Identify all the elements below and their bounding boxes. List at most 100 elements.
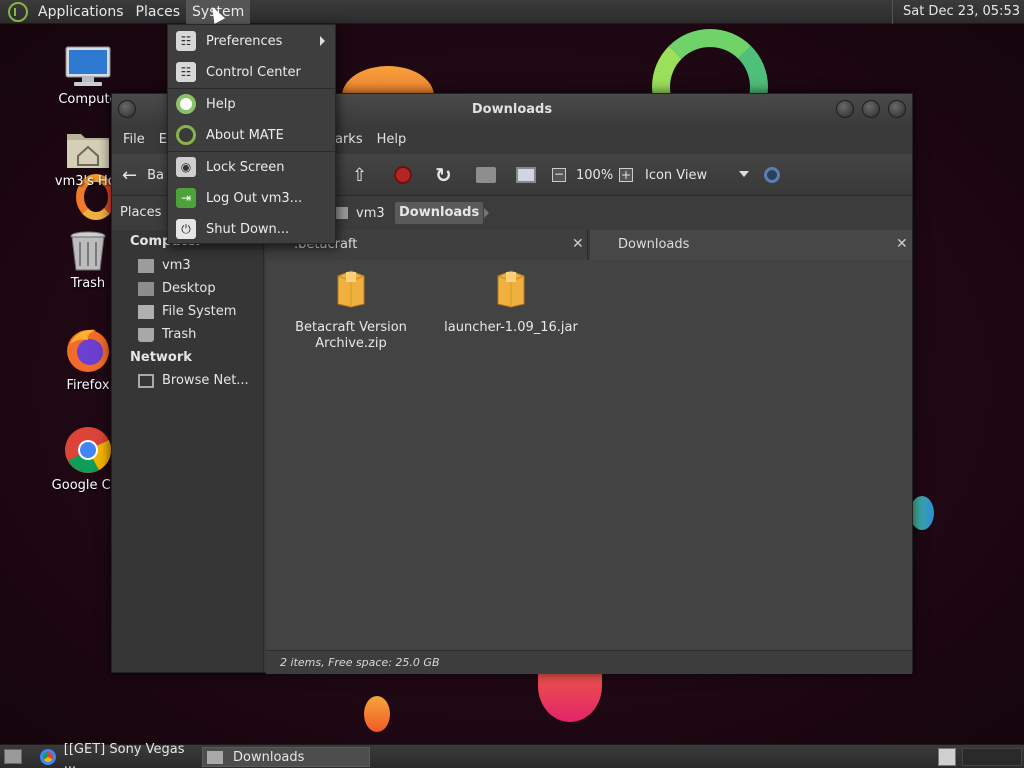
places-menu[interactable]: Places xyxy=(130,0,187,24)
file-view: .betacraft ✕ Downloads ✕ Betacraft Versi… xyxy=(266,230,912,672)
zip-archive-icon xyxy=(334,270,368,308)
menu-help[interactable]: Help xyxy=(370,132,414,147)
sidebar-item-label: Browse Net... xyxy=(162,373,249,388)
sidebar-item-label: Trash xyxy=(162,327,197,342)
search-button[interactable] xyxy=(764,163,780,187)
filesystem-icon xyxy=(138,304,154,319)
menu-item-help[interactable]: Help xyxy=(168,89,335,119)
view-mode-select[interactable]: Icon View xyxy=(645,163,749,187)
menu-item-about-mate[interactable]: About MATE xyxy=(168,120,335,150)
file-item[interactable]: launcher-1.09_16.jar xyxy=(436,270,586,336)
bottom-panel: [[GET] Sony Vegas ... Downloads xyxy=(0,742,1024,768)
applications-menu[interactable]: Applications xyxy=(32,0,130,24)
computer-icon xyxy=(516,167,536,183)
close-button[interactable] xyxy=(888,100,906,118)
sidebar-item-vm3[interactable]: vm3 xyxy=(138,258,191,273)
close-icon[interactable]: ✕ xyxy=(896,236,908,252)
back-button[interactable]: ← Ba xyxy=(122,163,164,187)
preferences-icon: ☷ xyxy=(176,31,196,51)
workspace-switcher-empty[interactable] xyxy=(962,748,1022,766)
path-button-current[interactable]: Downloads xyxy=(395,202,484,224)
computer-icon xyxy=(64,46,112,88)
file-name: launcher-1.09_16.jar xyxy=(444,320,578,335)
jar-archive-icon xyxy=(494,270,528,308)
zoom-in-icon: + xyxy=(619,168,633,182)
stop-button[interactable] xyxy=(394,163,412,187)
back-arrow-icon: ← xyxy=(122,164,138,186)
path-segment-label: vm3 xyxy=(356,205,385,221)
trash-icon xyxy=(138,327,154,342)
close-icon[interactable]: ✕ xyxy=(572,236,584,252)
decor-blob-blue xyxy=(910,496,934,530)
tab-bar: .betacraft ✕ Downloads ✕ xyxy=(266,230,912,260)
chevron-down-icon xyxy=(739,171,749,177)
mate-icon xyxy=(176,125,196,145)
workspace-switcher[interactable] xyxy=(938,748,956,766)
task-label: Downloads xyxy=(233,749,305,765)
trash-icon xyxy=(68,230,108,272)
sidebar-heading-network: Network xyxy=(130,350,192,365)
home-button[interactable] xyxy=(476,163,496,187)
reload-icon: ↻ xyxy=(435,163,452,187)
minimize-button[interactable] xyxy=(836,100,854,118)
submenu-arrow-icon xyxy=(320,36,325,46)
menu-item-lock-screen[interactable]: ◉ Lock Screen xyxy=(168,152,335,182)
menu-item-label: Preferences xyxy=(206,33,283,49)
zoom-out-button[interactable]: − xyxy=(552,163,566,187)
show-desktop-icon[interactable] xyxy=(4,749,22,764)
top-panel: Applications Places System Sat Dec 23, 0… xyxy=(0,0,1024,24)
chrome-icon xyxy=(40,749,56,765)
places-dropdown[interactable]: Places xyxy=(120,205,161,220)
mate-menu-icon[interactable] xyxy=(8,1,28,22)
taskbar-item-chrome[interactable]: [[GET] Sony Vegas ... xyxy=(36,742,198,768)
search-icon xyxy=(764,167,780,183)
sidebar-item-label: vm3 xyxy=(162,258,191,273)
up-button[interactable]: ⇧ xyxy=(352,163,367,187)
path-button-home[interactable]: vm3 xyxy=(334,202,385,224)
logout-icon: ⇥ xyxy=(176,188,196,208)
places-sidebar: Computer vm3 Desktop File System Trash N… xyxy=(112,230,264,672)
tab-label: Downloads xyxy=(618,237,690,252)
menu-item-preferences[interactable]: ☷ Preferences xyxy=(168,26,335,56)
menu-item-shut-down[interactable]: ⏻ Shut Down... xyxy=(168,214,335,244)
path-segment-label: Downloads xyxy=(399,205,480,220)
reload-button[interactable]: ↻ xyxy=(435,163,452,187)
zoom-in-button[interactable]: + xyxy=(619,163,633,187)
decor-blob-small-orange xyxy=(364,696,390,732)
menu-item-label: Shut Down... xyxy=(206,221,290,237)
sidebar-item-label: Desktop xyxy=(162,281,216,296)
lock-screen-icon: ◉ xyxy=(176,157,196,177)
sidebar-item-label: File System xyxy=(162,304,237,319)
firefox-icon xyxy=(64,326,112,374)
sidebar-item-trash[interactable]: Trash xyxy=(138,327,196,342)
taskbar-item-downloads[interactable]: Downloads xyxy=(202,747,370,767)
sidebar-item-desktop[interactable]: Desktop xyxy=(138,281,216,296)
menu-item-label: About MATE xyxy=(206,127,284,143)
file-item[interactable]: Betacraft Version Archive.zip xyxy=(276,270,426,352)
zoom-out-icon: − xyxy=(552,167,566,182)
zoom-level[interactable]: 100% xyxy=(576,163,613,187)
desktop-icon xyxy=(138,281,154,296)
sidebar-item-browse-network[interactable]: Browse Net... xyxy=(138,373,249,388)
folder-icon xyxy=(207,750,223,764)
home-folder-icon xyxy=(65,128,111,170)
home-icon xyxy=(138,258,154,273)
file-name: Betacraft Version Archive.zip xyxy=(295,320,407,351)
sidebar-item-file-system[interactable]: File System xyxy=(138,304,236,319)
menu-item-label: Control Center xyxy=(206,64,301,80)
chrome-icon xyxy=(64,426,112,474)
menu-item-control-center[interactable]: ☷ Control Center xyxy=(168,57,335,87)
menu-file[interactable]: File xyxy=(116,132,152,147)
menu-item-log-out[interactable]: ⇥ Log Out vm3... xyxy=(168,183,335,213)
computer-button[interactable] xyxy=(516,163,536,187)
panel-clock[interactable]: Sat Dec 23, 05:53 xyxy=(891,0,1020,24)
tab-downloads[interactable]: Downloads ✕ xyxy=(590,230,912,260)
path-forward-arrow-icon[interactable] xyxy=(484,208,489,218)
shutdown-icon: ⏻ xyxy=(176,219,196,239)
status-bar: 2 items, Free space: 25.0 GB xyxy=(266,650,912,674)
help-icon xyxy=(176,94,196,114)
view-mode-label: Icon View xyxy=(645,167,708,183)
home-icon xyxy=(334,207,348,219)
maximize-button[interactable] xyxy=(862,100,880,118)
menu-item-label: Lock Screen xyxy=(206,159,285,175)
